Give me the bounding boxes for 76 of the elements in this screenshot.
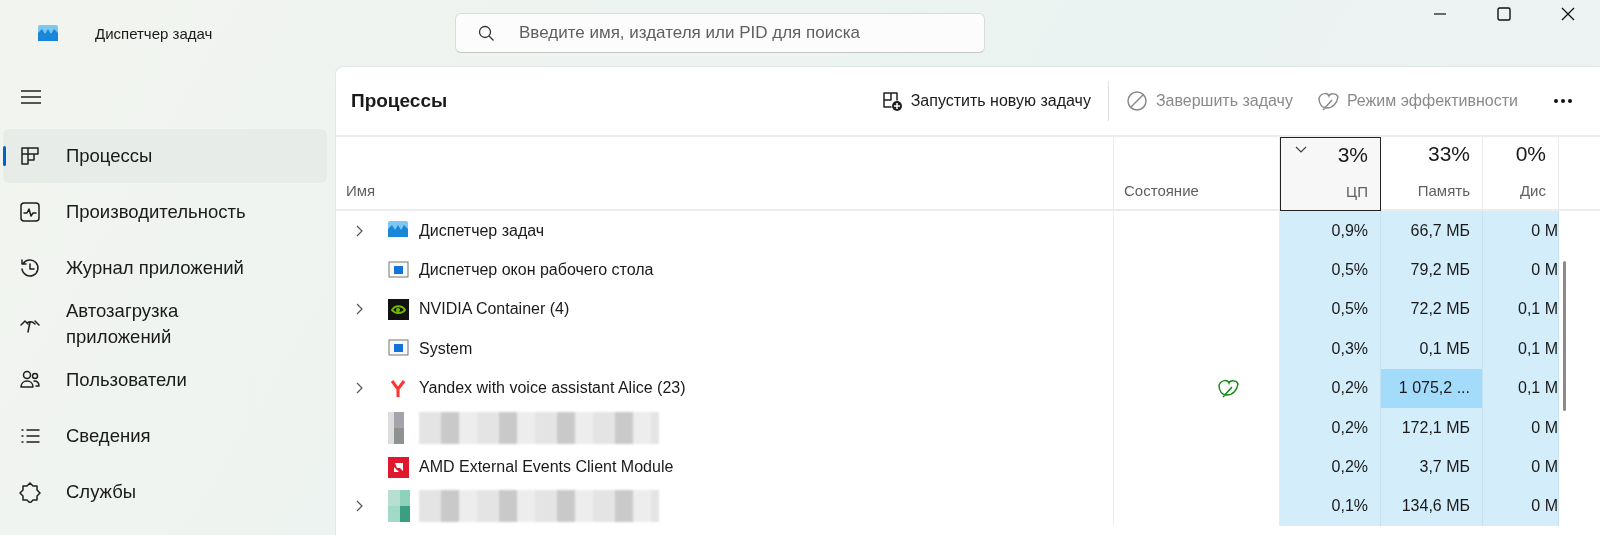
window-title: Диспетчер задач [95,24,214,42]
toolbar-button[interactable]: Запустить новую задачу [868,81,1103,121]
process-row[interactable]: 0,2% 172,1 МБ 0 М [336,407,1559,448]
disk-cell: 0 М [1483,486,1559,527]
cpu-cell: 0,2% [1280,407,1381,448]
search-icon [478,25,495,42]
puzzle-gear-icon [19,481,41,503]
selection-indicator [3,146,6,166]
process-row[interactable]: Yandex with voice assistant Alice (23) 0,2% 1 075,2 ... 0,1 М [336,368,1559,408]
nav-item[interactable]: Службы [3,465,327,519]
cpu-cell: 0,5% [1280,289,1381,330]
nav-item[interactable]: Процессы [3,129,327,183]
process-name: NVIDIA Container (4) [419,300,570,319]
disk-cell: 0 М [1483,407,1559,448]
process-name: System [419,339,473,358]
cpu-cell: 0,1% [1280,486,1381,527]
clock-history-icon [19,257,41,279]
memory-cell: 72,2 МБ [1381,289,1483,330]
prohibited-icon [1125,90,1148,112]
page-title: Процессы [351,90,449,112]
chevron-down-icon [1295,146,1307,153]
process-name: Диспетчер окон рабочего стола [419,261,654,280]
memory-cell: 134,6 МБ [1381,486,1483,527]
process-name: Диспетчер задач [419,221,545,240]
expand-chevron-icon[interactable] [356,303,364,316]
nav-item[interactable]: Автозагрузка приложений [3,297,327,351]
memory-cell: 3,7 МБ [1381,447,1483,487]
cpu-cell: 0,2% [1280,368,1381,408]
memory-cell: 1 075,2 ... [1381,368,1483,408]
disk-cell: 0,1 М [1483,329,1559,369]
more-icon [1553,98,1573,104]
cpu-cell: 0,9% [1280,211,1381,251]
process-name: Yandex with voice assistant Alice (23) [419,379,686,398]
close-icon [1561,7,1575,21]
process-row[interactable]: Диспетчер задач 0,9% 66,7 МБ 0 М [336,211,1559,251]
process-row[interactable]: Диспетчер окон рабочего стола 0,5% 79,2 МБ 0 М [336,250,1559,290]
disk-cell: 0 М [1483,250,1559,290]
process-row[interactable]: System 0,3% 0,1 МБ 0,1 М [336,329,1559,369]
expand-chevron-icon[interactable] [356,382,364,395]
process-row[interactable]: 0,1% 134,6 МБ 0 М [336,486,1559,527]
memory-cell: 172,1 МБ [1381,407,1483,448]
disk-cell: 0,1 М [1483,368,1559,408]
grid-icon [19,145,41,167]
cpu-cell: 0,3% [1280,329,1381,369]
nav-item[interactable]: Журнал приложений [3,241,327,295]
maximize-icon [1497,7,1511,21]
users-icon [19,369,41,391]
column-header[interactable]: Имя [336,137,1114,211]
new-task-icon [880,90,903,112]
nvidia-logo-icon [388,298,409,320]
disk-cell: 0 М [1483,447,1559,487]
minimize-icon [1434,13,1446,15]
column-header[interactable]: 3% ЦП [1280,137,1381,211]
pulse-chart-icon [19,201,41,223]
amd-logo-icon [388,456,409,478]
expand-chevron-icon[interactable] [356,224,364,237]
blurred-icon [388,490,410,523]
nav-item[interactable]: Сведения [3,409,327,463]
scrollbar-thumb[interactable] [1563,261,1566,411]
nav-item[interactable]: Пользователи [3,353,327,407]
search-field[interactable]: Введите имя, издателя или PID для поиска [455,13,985,53]
disk-cell: 0 М [1483,211,1559,251]
cpu-cell: 0,5% [1280,250,1381,290]
cpu-cell: 0,2% [1280,447,1381,487]
task-manager-icon [37,24,59,42]
disk-cell: 0,1 М [1483,289,1559,330]
process-row[interactable]: AMD External Events Client Module 0,2% 3,7 МБ 0 М [336,447,1559,487]
window-icon [388,259,409,281]
process-name: AMD External Events Client Module [419,458,674,477]
nav-item[interactable]: Производительность [3,185,327,239]
memory-cell: 66,7 МБ [1381,211,1483,251]
memory-cell: 0,1 МБ [1381,329,1483,369]
memory-cell: 79,2 МБ [1381,250,1483,290]
process-row[interactable]: NVIDIA Container (4) 0,5% 72,2 МБ 0,1 М [336,289,1559,330]
leaf-icon [1316,90,1339,112]
expand-chevron-icon[interactable] [356,500,364,513]
